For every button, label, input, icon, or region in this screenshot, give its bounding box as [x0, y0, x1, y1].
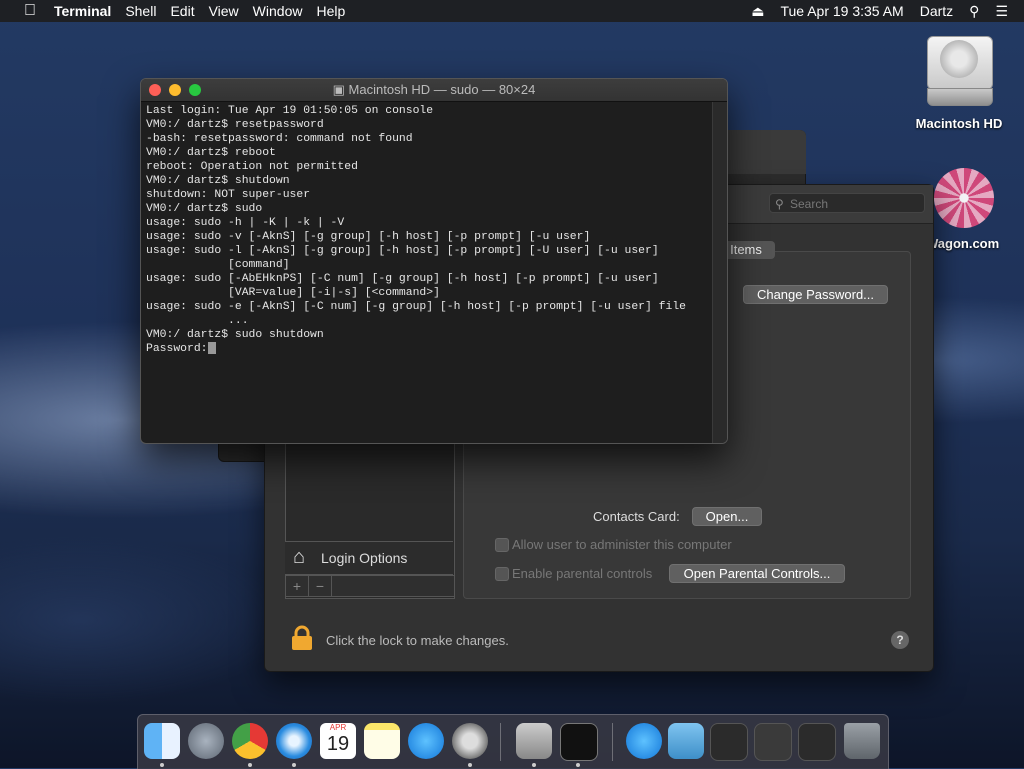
terminal-output[interactable]: Last login: Tue Apr 19 01:50:05 on conso… [141, 102, 718, 443]
downloads-folder-icon[interactable] [668, 723, 704, 759]
add-remove-bar: + − [285, 575, 455, 597]
minimized-window-icon[interactable] [710, 723, 748, 761]
add-user-button[interactable]: + [286, 576, 309, 596]
search-field[interactable]: ⚲ Search [769, 193, 925, 213]
house-icon: ⌂ [293, 546, 306, 568]
wagon-logo-icon [934, 168, 994, 240]
lock-icon[interactable] [291, 625, 313, 651]
menu-app-terminal[interactable]: Terminal [54, 3, 111, 19]
terminal-title: Macintosh HD — sudo — 80×24 [348, 82, 536, 97]
terminal-line: usage: sudo [-AbEHknPS] [-C num] [-g gro… [146, 273, 659, 285]
terminal-line: Last login: Tue Apr 19 01:50:05 on conso… [146, 105, 434, 117]
menu-view[interactable]: View [209, 3, 239, 19]
directory-utility-icon[interactable] [516, 723, 552, 759]
terminal-line: VM0:/ dartz$ shutdown [146, 175, 290, 187]
terminal-line: [VAR=value] [-i|-s] [<command>] [146, 287, 440, 299]
macintosh-hd-label: Macintosh HD [915, 116, 1003, 131]
trash-icon[interactable] [844, 723, 880, 759]
allow-admin-checkbox[interactable] [495, 538, 509, 552]
minimize-button[interactable] [169, 84, 181, 96]
terminal-line: [command] [146, 259, 290, 271]
app-store-icon[interactable] [408, 723, 444, 759]
menu-window[interactable]: Window [253, 3, 303, 19]
terminal-line: VM0:/ dartz$ resetpassword [146, 119, 324, 131]
terminal-line: shutdown: NOT super-user [146, 189, 311, 201]
calendar-icon[interactable]: APR 19 [320, 723, 356, 759]
parental-controls-label: Enable parental controls [512, 566, 653, 581]
login-options-item[interactable]: ⌂ Login Options [285, 541, 453, 575]
zoom-button[interactable] [189, 84, 201, 96]
terminal-titlebar[interactable]: ▣ Macintosh HD — sudo — 80×24 [141, 79, 727, 102]
menu-edit[interactable]: Edit [170, 3, 194, 19]
login-options-label: Login Options [321, 550, 408, 566]
spotlight-search-icon[interactable]: ⚲ [969, 3, 979, 20]
terminal-line: VM0:/ dartz$ sudo shutdown [146, 329, 324, 341]
close-button[interactable] [149, 84, 161, 96]
allow-admin-label: Allow user to administer this computer [512, 537, 732, 552]
minimized-window-icon[interactable] [754, 723, 792, 761]
menu-help[interactable]: Help [316, 3, 345, 19]
safari-icon[interactable] [276, 723, 312, 759]
calendar-month: APR [329, 723, 347, 732]
launchpad-icon[interactable] [188, 723, 224, 759]
terminal-dock-icon[interactable] [560, 723, 598, 761]
apple-menu-icon[interactable]:  [20, 2, 40, 20]
notification-center-icon[interactable]: ☰ [995, 3, 1008, 20]
password-prompt: Password: [146, 343, 208, 356]
menu-bar:  Terminal Shell Edit View Window Help ⏏… [0, 0, 1024, 22]
terminal-window: ▣ Macintosh HD — sudo — 80×24 Last login… [140, 78, 728, 444]
hard-drive-icon [923, 34, 995, 110]
terminal-line: reboot: Operation not permitted [146, 161, 358, 173]
terminal-line: VM0:/ dartz$ sudo [146, 203, 263, 215]
help-button[interactable]: ? [891, 631, 909, 649]
wagon-desktop-icon[interactable]: Wagon.com [926, 168, 1024, 251]
dock: APR 19 [137, 714, 889, 769]
menubar-clock[interactable]: Tue Apr 19 3:35 AM [780, 3, 903, 19]
terminal-line: usage: sudo -h | -K | -k | -V [146, 217, 345, 229]
text-cursor [207, 342, 216, 354]
search-icon: ⚲ [775, 197, 784, 211]
finder-icon[interactable] [144, 723, 180, 759]
menu-shell[interactable]: Shell [125, 3, 156, 19]
app-store-folder-icon[interactable] [626, 723, 662, 759]
lock-message: Click the lock to make changes. [326, 633, 509, 648]
terminal-prompt-line: Password: [146, 342, 718, 356]
minimized-window-icon[interactable] [798, 723, 836, 761]
terminal-line: VM0:/ dartz$ reboot [146, 147, 276, 159]
terminal-line: ... [146, 315, 249, 327]
terminal-line: usage: sudo -e [-AknS] [-C num] [-g grou… [146, 301, 687, 313]
terminal-line: usage: sudo -v [-AknS] [-g group] [-h ho… [146, 231, 591, 243]
macintosh-hd-desktop-icon[interactable]: Macintosh HD [914, 34, 1004, 131]
calendar-day: 19 [326, 733, 350, 755]
parental-controls-checkbox[interactable] [495, 567, 509, 581]
system-preferences-icon[interactable] [452, 723, 488, 759]
notes-icon[interactable] [364, 723, 400, 759]
open-contacts-button[interactable]: Open... [692, 507, 762, 526]
remove-user-button[interactable]: − [309, 576, 332, 596]
change-password-button[interactable]: Change Password... [743, 285, 888, 304]
open-parental-controls-button[interactable]: Open Parental Controls... [669, 564, 845, 583]
terminal-line: -bash: resetpassword: command not found [146, 133, 413, 145]
contacts-card-label: Contacts Card: [593, 509, 680, 524]
chrome-icon[interactable] [232, 723, 268, 759]
terminal-scrollbar[interactable] [712, 102, 727, 443]
terminal-line: usage: sudo -l [-AknS] [-g group] [-h ho… [146, 245, 659, 257]
search-placeholder: Search [790, 197, 829, 211]
disk-icon: ▣ [332, 82, 349, 97]
menubar-user[interactable]: Dartz [920, 3, 953, 19]
eject-icon[interactable]: ⏏ [751, 3, 764, 20]
